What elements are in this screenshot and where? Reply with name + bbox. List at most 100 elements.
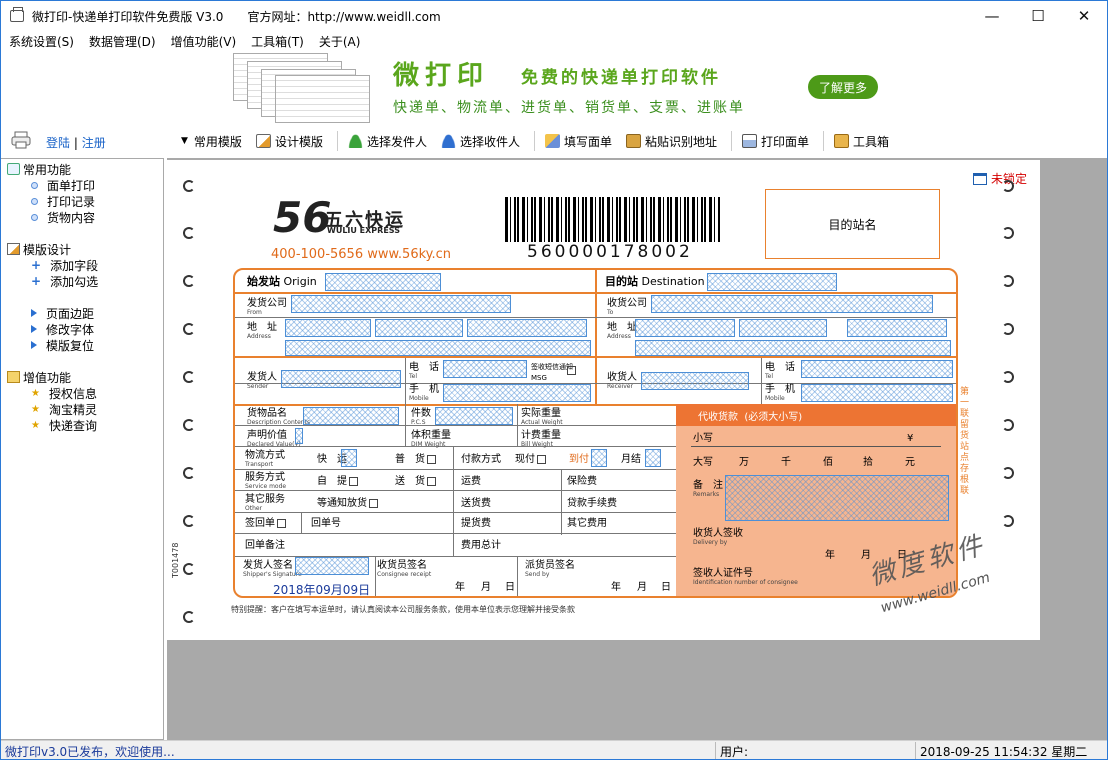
remarks-input[interactable] xyxy=(725,475,949,521)
sender-co-text: 发货公司 xyxy=(247,298,287,309)
tree-item-font[interactable]: 修改字体 xyxy=(31,321,94,337)
express-checkbox[interactable] xyxy=(341,449,357,467)
station-field[interactable]: 目的站名 xyxy=(765,189,940,259)
tree-item-goods[interactable]: 货物内容 xyxy=(31,209,95,225)
serial-number: T001478 xyxy=(171,542,180,578)
pcs-input[interactable] xyxy=(435,407,513,425)
tree-item-records[interactable]: 打印记录 xyxy=(31,193,95,209)
sender-district-input[interactable] xyxy=(467,319,587,337)
lock-toggle[interactable]: 未锁定 xyxy=(973,170,1027,187)
login-link[interactable]: 登陆 xyxy=(46,136,70,150)
ship-date[interactable]: 2018年09月09日 xyxy=(273,581,370,598)
design-canvas[interactable]: 未锁定 56 五六快运 WULIU EXPRESS 400-100-5656 w… xyxy=(167,158,1107,740)
cash-checkbox[interactable] xyxy=(537,454,546,464)
tree-item-add-check[interactable]: + 添加勾选 xyxy=(31,273,98,289)
sender-addr-label: 地 址 xyxy=(247,322,277,333)
cod-header: 代收货款 (必须大小写) xyxy=(676,404,956,426)
shipper-sign-input[interactable] xyxy=(295,557,369,575)
tree-item-tracking[interactable]: ★ 快递查询 xyxy=(31,417,97,433)
tree-group-common[interactable]: 常用功能 xyxy=(7,161,71,177)
monthly-checkbox[interactable] xyxy=(645,449,661,467)
select-receiver-button[interactable]: 选择收件人 xyxy=(440,130,520,152)
menu-data-management[interactable]: 数据管理(D) xyxy=(89,33,156,50)
receiver-company-input[interactable] xyxy=(651,295,933,313)
banner-tagline: 快递单、物流单、进货单、销货单、支票、进账单 xyxy=(393,100,745,116)
print-icon xyxy=(742,134,758,148)
deliver-checkbox[interactable] xyxy=(427,476,436,486)
learn-more-button[interactable]: 了解更多 xyxy=(808,75,878,99)
maximize-button[interactable]: ☐ xyxy=(1015,1,1061,31)
tree-item-reset[interactable]: 模版复位 xyxy=(31,337,94,353)
print-form-button[interactable]: 打印面单 xyxy=(742,130,809,152)
bullet-dot-icon xyxy=(31,197,38,205)
toolbox-icon xyxy=(834,134,850,148)
common-template-button[interactable]: ▼ 常用模版 xyxy=(181,130,242,152)
triangle-right-icon xyxy=(31,309,37,317)
sender-city-input[interactable] xyxy=(375,319,463,337)
register-link[interactable]: 注册 xyxy=(82,136,106,150)
dim-weight-label: 体积重量 xyxy=(411,430,451,441)
tree-group-design[interactable]: 模版设计 xyxy=(7,241,71,257)
declared-input[interactable] xyxy=(295,428,303,444)
paste-address-button[interactable]: 粘贴识别地址 xyxy=(626,130,717,152)
sms-checkbox[interactable] xyxy=(567,366,576,375)
notify-label: 等通知放货 xyxy=(317,498,367,509)
select-sender-button[interactable]: 选择发件人 xyxy=(347,130,427,152)
tree-item-add-field[interactable]: + 添加字段 xyxy=(31,257,98,273)
feed-hole-icon xyxy=(183,227,195,239)
tree-item-taobao[interactable]: ★ 淘宝精灵 xyxy=(31,401,97,417)
menu-toolbox[interactable]: 工具箱(T) xyxy=(251,33,304,50)
menu-about[interactable]: 关于(A) xyxy=(319,33,361,50)
tree-group-label: 常用功能 xyxy=(23,162,72,177)
tree-item-license[interactable]: ★ 授权信息 xyxy=(31,385,97,401)
receiver-address-input[interactable] xyxy=(635,340,951,356)
sender-company-input[interactable] xyxy=(291,295,511,313)
toolbox-button[interactable]: 工具箱 xyxy=(834,130,889,152)
function-tree: 常用功能 面单打印 打印记录 货物内容 模版设计 + 添加字段 + 添加勾选 页面边… xyxy=(1,158,164,740)
sender-address-input[interactable] xyxy=(285,340,591,356)
menu-value-added[interactable]: 增值功能(V) xyxy=(171,33,237,50)
receiver-tel-input[interactable] xyxy=(801,360,953,378)
cod-label: 代收货款 xyxy=(698,411,738,423)
remarks-label: 备 注 xyxy=(693,480,723,491)
menu-system-settings[interactable]: 系统设置(S) xyxy=(9,33,74,50)
normal-checkbox[interactable] xyxy=(427,454,436,464)
hotline: 400-100-5656 www.56ky.cn xyxy=(271,247,452,262)
close-button[interactable]: ✕ xyxy=(1061,1,1107,31)
receiver-district-input[interactable] xyxy=(847,319,947,337)
tree-item-print[interactable]: 面单打印 xyxy=(31,177,95,193)
receiver-city-input[interactable] xyxy=(739,319,827,337)
select-receiver-label: 选择收件人 xyxy=(459,134,520,149)
receiver-province-input[interactable] xyxy=(635,319,735,337)
fill-form-button[interactable]: 填写面单 xyxy=(544,130,612,152)
origin-input[interactable] xyxy=(325,273,441,291)
sender-province-input[interactable] xyxy=(285,319,371,337)
design-template-button[interactable]: 设计模版 xyxy=(255,130,323,152)
dest-input[interactable] xyxy=(707,273,837,291)
website-label: 官方网址：http://www.weidll.com xyxy=(247,9,441,24)
id-no-label: 签收人证件号 xyxy=(693,568,753,579)
from-en: From xyxy=(247,309,262,316)
feed-hole-icon xyxy=(1002,467,1014,479)
barcode-number: 560000178002 xyxy=(527,242,693,262)
receiver-mobile-input[interactable] xyxy=(801,384,953,402)
tree-item-margins[interactable]: 页面边距 xyxy=(31,305,94,321)
minimize-button[interactable]: — xyxy=(969,1,1015,31)
waybill-paper[interactable]: 未锁定 56 五六快运 WULIU EXPRESS 400-100-5656 w… xyxy=(167,160,1040,640)
notify-checkbox[interactable] xyxy=(369,498,378,508)
self-pick-checkbox[interactable] xyxy=(349,476,358,486)
sender-co-label: 发货公司 From xyxy=(247,298,287,316)
arrive-checkbox[interactable] xyxy=(591,449,607,467)
declared-en: Declared Value(¥) xyxy=(247,441,301,448)
sender-mobile-input[interactable] xyxy=(443,384,591,402)
sender-name-input[interactable] xyxy=(281,370,401,388)
ad-banner[interactable]: 微打印 免费的快递单打印软件 快递单、物流单、进货单、销货单、支票、进账单 了解… xyxy=(1,51,1107,125)
tree-group-value-added[interactable]: 增值功能 xyxy=(7,369,71,385)
plus-icon: + xyxy=(31,273,42,288)
receiver-name-input[interactable] xyxy=(641,372,749,390)
big-amount-label: 大写 xyxy=(693,457,713,468)
sender-tel-input[interactable] xyxy=(443,360,527,378)
goods-input[interactable] xyxy=(303,407,399,425)
feed-hole-icon xyxy=(183,419,195,431)
return-slip-checkbox[interactable] xyxy=(277,518,286,528)
